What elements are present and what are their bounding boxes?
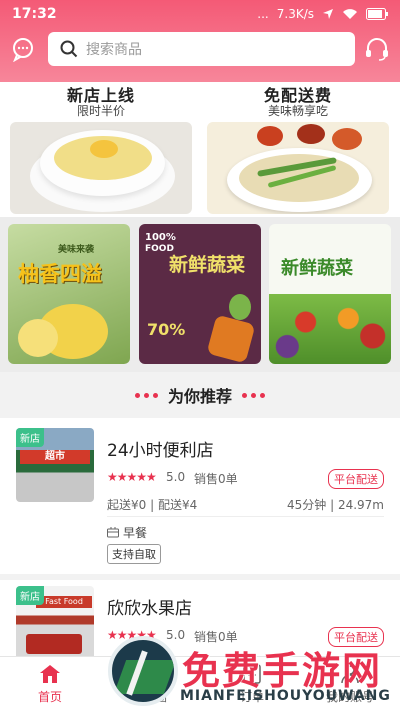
tab-label: 首页: [37, 690, 62, 704]
banner-percent: 70%: [147, 320, 186, 339]
sales-count: 销售0单: [194, 472, 238, 486]
message-icon[interactable]: [10, 36, 36, 62]
battery-icon: [366, 8, 388, 20]
banner-small-text: 美味来袭: [58, 245, 95, 255]
tab-home[interactable]: 首页: [10, 663, 90, 705]
delivery-fees: 起送¥0 | 配送¥4: [107, 498, 198, 512]
delivery-badge: 平台配送: [328, 627, 384, 647]
circle-icon: [146, 665, 164, 683]
tab-label: 我的账号: [325, 690, 374, 704]
promo-noodle-image: [207, 122, 389, 214]
tab-orders[interactable]: 订单: [212, 663, 292, 705]
rating-value: 5.0: [166, 628, 186, 642]
promo-subtitle: 限时半价: [76, 104, 125, 118]
banner-headline: 柚香四溢: [18, 262, 102, 286]
banner-headline: 新鲜蔬菜: [169, 254, 246, 276]
shop-sign: Fast Food: [36, 596, 92, 608]
tab-label: 订单: [239, 690, 264, 704]
user-icon: [341, 665, 359, 684]
time-distance: 45分钟 | 24.97m: [287, 498, 384, 512]
rating-stars: ★★★★★: [107, 470, 157, 484]
home-icon: [40, 665, 60, 683]
tab-circle[interactable]: …圈: [115, 663, 195, 705]
recommend-title: 为你推荐: [167, 387, 232, 406]
shop-sign: 超市: [20, 450, 90, 464]
new-badge: 新店: [16, 428, 44, 447]
banner-strip: 美味来袭 柚香四溢 100% FOOD 新鲜蔬菜 70% 新鲜蔬菜: [0, 217, 400, 372]
shop-category: 早餐: [107, 524, 147, 541]
banner-small-text: FOOD: [145, 244, 174, 254]
promo-free-delivery[interactable]: 免配送费 美味畅享吃: [207, 82, 389, 214]
search-input[interactable]: 搜索商品: [48, 32, 355, 66]
status-time: 17:32: [12, 6, 57, 22]
dots-decoration: [134, 392, 158, 398]
sales-count: 销售0单: [194, 630, 238, 644]
shop-card[interactable]: 超市 新店 24小时便利店 ★★★★★ 5.0 销售0单 平台配送 起送¥0 |…: [0, 418, 400, 574]
shop-name: 欣欣水果店: [107, 599, 192, 619]
new-badge: 新店: [16, 586, 44, 605]
search-placeholder: 搜索商品: [86, 42, 142, 58]
banner-tag: 100%: [145, 232, 176, 243]
divider: [107, 516, 384, 517]
tab-label: …圈: [142, 690, 167, 704]
promo-subtitle: 美味畅享吃: [267, 104, 328, 118]
dots-decoration: [242, 392, 265, 398]
shop-card[interactable]: Fast Food 新店 欣欣水果店 ★★★★★ 5.0 销售0单 平台配送: [0, 580, 400, 660]
shop-name: 24小时便利店: [107, 441, 214, 461]
status-bar: 17:32 ... 7.3K/s: [0, 0, 400, 28]
search-icon: [60, 40, 78, 58]
rating-value: 5.0: [166, 470, 186, 484]
network-label: ...: [257, 7, 269, 21]
promo-title: 免配送费: [263, 86, 332, 105]
promo-section: 新店上线 限时半价 免配送费 美味畅享吃: [0, 82, 400, 217]
promo-pudding-image: [10, 122, 192, 214]
shop-image: 超市 新店: [16, 428, 94, 502]
tab-account[interactable]: 我的账号: [310, 663, 390, 705]
banner-vegetable-fresh[interactable]: 新鲜蔬菜: [269, 224, 391, 364]
delivery-badge: 平台配送: [328, 469, 384, 489]
network-speed: 7.3K/s: [276, 7, 314, 21]
pickup-badge: 支持自取: [107, 544, 161, 564]
wifi-icon: [343, 9, 357, 19]
banner-vegetable-dark[interactable]: 100% FOOD 新鲜蔬菜 70%: [139, 224, 261, 364]
location-icon: [323, 9, 333, 19]
promo-new-store[interactable]: 新店上线 限时半价: [10, 82, 192, 214]
tab-bar: 首页 …圈 订单 我的账号: [0, 656, 400, 711]
promo-title: 新店上线: [66, 86, 135, 105]
category-label: 早餐: [123, 526, 148, 540]
meal-icon: [107, 527, 119, 538]
recommend-header: 为你推荐: [0, 372, 400, 418]
orders-icon: [243, 664, 261, 684]
app-header: 17:32 ... 7.3K/s 搜索商品: [0, 0, 400, 82]
rating-stars: ★★★★★: [107, 628, 157, 642]
headset-icon[interactable]: [364, 36, 390, 62]
banner-headline: 新鲜蔬菜: [281, 258, 353, 279]
shop-image: Fast Food 新店: [16, 586, 94, 660]
banner-pomelo[interactable]: 美味来袭 柚香四溢: [8, 224, 130, 364]
